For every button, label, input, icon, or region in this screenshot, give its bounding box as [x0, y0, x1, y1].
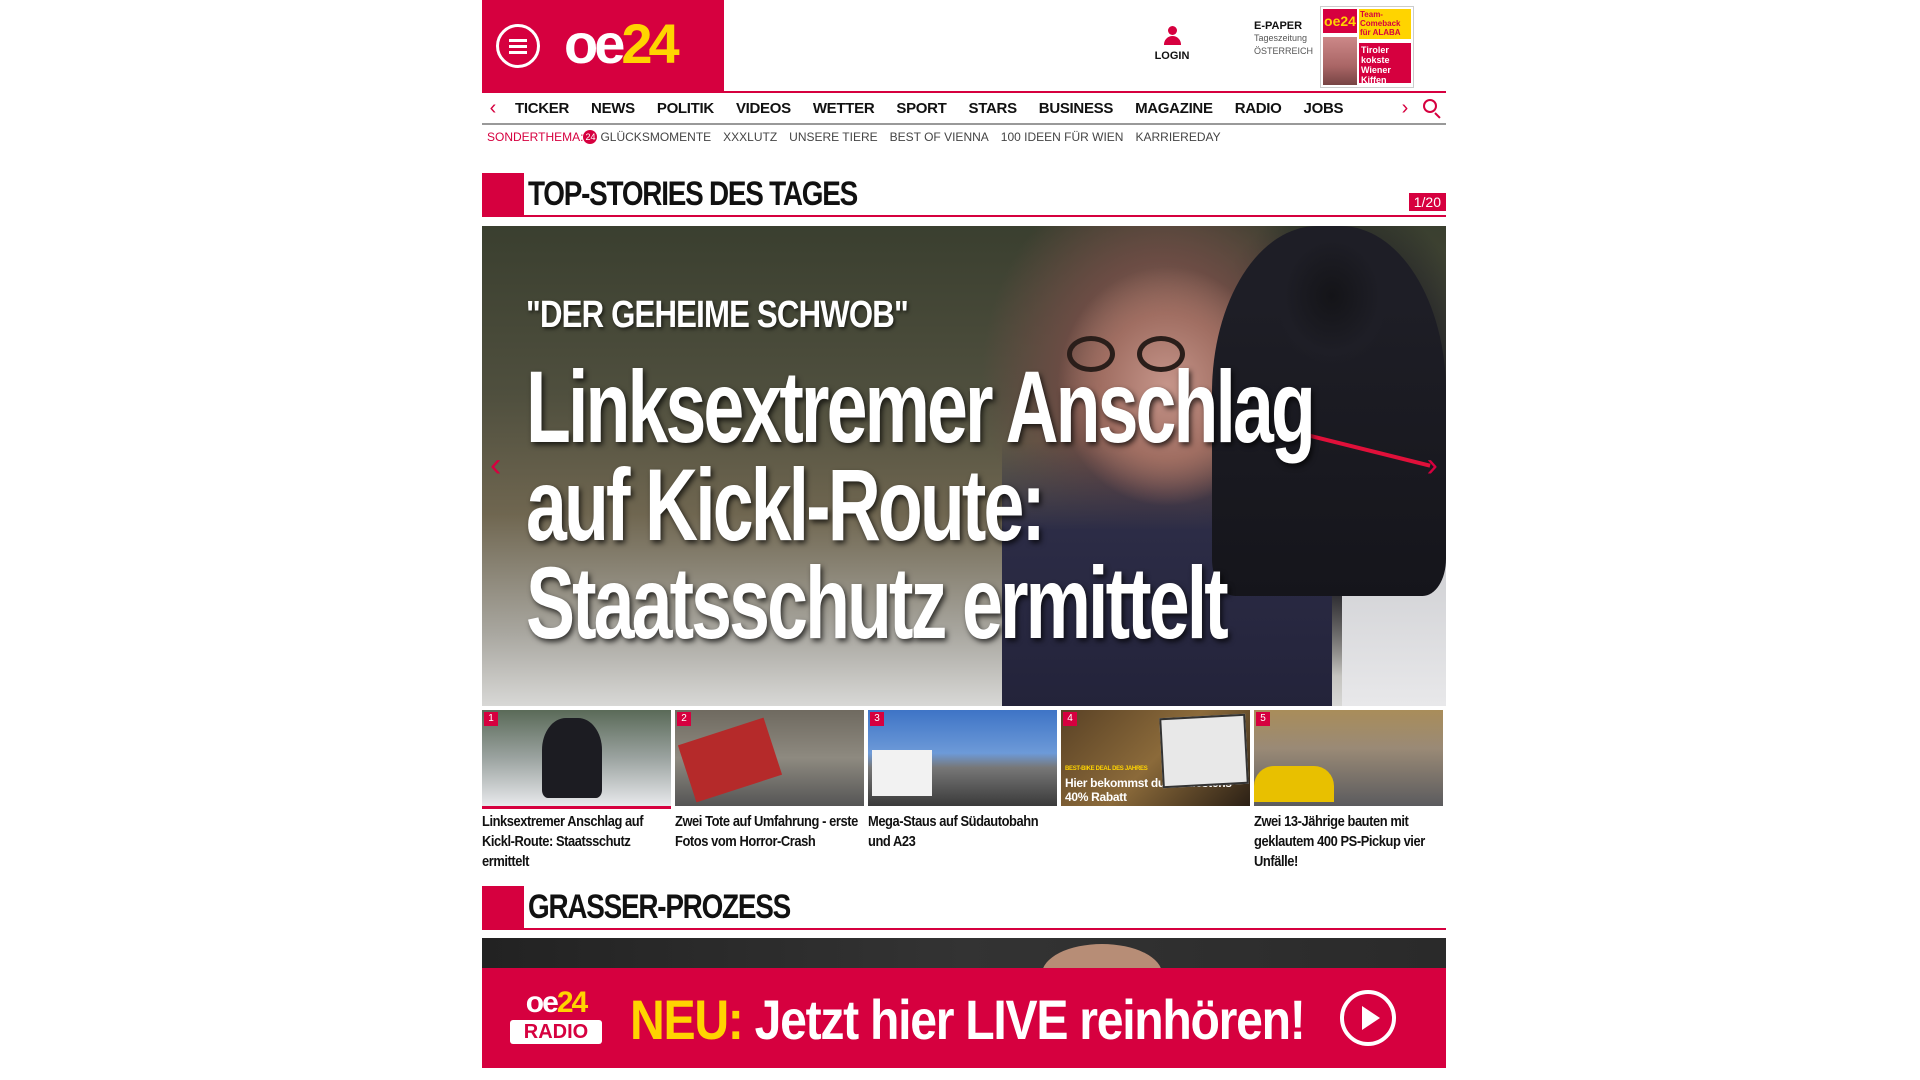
- epaper-subtitle-2: ÖSTERREICH: [1254, 46, 1314, 56]
- radio-message-new: NEU:: [630, 988, 744, 1051]
- radio-logo: oe24 RADIO: [510, 988, 602, 1044]
- story-thumb-image: 3: [868, 710, 1057, 806]
- promo-headline: Hier bekommst du mindestens 40% Rabatt: [1065, 776, 1232, 804]
- logo-box: oe24: [482, 0, 724, 91]
- promo-text: BEST-BIKE DEAL DES JAHRES Hier bekommst d…: [1065, 762, 1250, 804]
- page: oe24 LOGIN E-PAPER Tageszeitung ÖSTERREI…: [0, 0, 1920, 1080]
- story-number: 3: [870, 712, 884, 726]
- story-number: 4: [1063, 712, 1077, 726]
- epaper-cover[interactable]: oe24 Team-Comeback für ALABA Tiroler kok…: [1320, 6, 1414, 88]
- hero-headline: Linksextremer Anschlag auf Kickl-Route: …: [526, 350, 1316, 660]
- epaper-cover-logo: oe24: [1323, 9, 1357, 33]
- epaper-link[interactable]: E-PAPER Tageszeitung ÖSTERREICH: [1254, 20, 1313, 58]
- epaper-cover-photo: [1323, 37, 1357, 85]
- story-thumb-image: 1: [482, 710, 671, 806]
- top-stories-heading: TOP-STORIES DES TAGES 1/20: [482, 173, 1446, 217]
- nav-item-stars[interactable]: STARS: [958, 100, 1028, 117]
- play-icon[interactable]: [1340, 990, 1396, 1046]
- nav-item-business[interactable]: BUSINESS: [1028, 100, 1124, 117]
- story-number: 2: [677, 712, 691, 726]
- story-number: 1: [484, 712, 498, 726]
- grasser-photo: [482, 938, 1446, 1004]
- special-topic-best-of-vienna[interactable]: BEST OF VIENNA: [884, 130, 995, 144]
- nav-item-jobs[interactable]: JOBS: [1293, 100, 1355, 117]
- radio-message-text: Jetzt hier LIVE reinhören!: [742, 988, 1306, 1051]
- story-thumb-image: 5: [1254, 710, 1443, 806]
- story-thumb-image: 4 BEST-BIKE DEAL DES JAHRES Hier bekommst…: [1061, 710, 1250, 806]
- special-topic-gluecksmomente[interactable]: GLÜCKSMOMENTE: [600, 130, 717, 144]
- special-topic-xxxlutz[interactable]: XXXLUTZ: [717, 130, 783, 144]
- grasser-title[interactable]: GRASSER-PROZESS: [528, 888, 791, 927]
- login-button[interactable]: LOGIN: [1154, 26, 1190, 62]
- epaper-cover-headline-1: Team-Comeback für ALABA: [1359, 9, 1411, 39]
- user-icon: [1164, 26, 1181, 48]
- radio-logo-label: RADIO: [510, 1020, 602, 1044]
- story-thumb-image: 2: [675, 710, 864, 806]
- story-thumb[interactable]: 3 Mega-Staus auf Südautobahn und A23: [868, 710, 1057, 872]
- nav-item-radio[interactable]: RADIO: [1224, 100, 1293, 117]
- content-column: oe24 LOGIN E-PAPER Tageszeitung ÖSTERREI…: [482, 0, 1446, 1068]
- nav-scroll-right-icon[interactable]: ›: [1394, 93, 1416, 123]
- story-thumb-title: Linksextremer Anschlag auf Kickl-Route: …: [482, 813, 644, 870]
- nav-item-magazine[interactable]: MAGAZINE: [1124, 100, 1224, 117]
- story-thumb-title: Mega-Staus auf Südautobahn und A23: [868, 813, 1039, 850]
- special-topic-unsere-tiere[interactable]: UNSERE TIERE: [783, 130, 883, 144]
- nav-item-wetter[interactable]: WETTER: [802, 100, 886, 117]
- grasser-heading: GRASSER-PROZESS: [482, 886, 1446, 930]
- slider-next-icon[interactable]: ›: [1427, 448, 1438, 482]
- login-label: LOGIN: [1154, 50, 1190, 62]
- site-logo[interactable]: oe24: [564, 12, 680, 76]
- epaper-title: E-PAPER: [1254, 20, 1303, 32]
- special-topic-karriereday[interactable]: KARRIEREDAY: [1129, 130, 1226, 144]
- site-header: oe24 LOGIN E-PAPER Tageszeitung ÖSTERREI…: [482, 0, 1446, 91]
- epaper-subtitle-1: Tageszeitung: [1254, 33, 1308, 43]
- story-thumb-ad[interactable]: 4 BEST-BIKE DEAL DES JAHRES Hier bekommst…: [1061, 710, 1250, 872]
- special-topics-bar: SONDERTHEMA: 24 GLÜCKSMOMENTE XXXLUTZ UN…: [482, 125, 1446, 149]
- story-thumb[interactable]: 5 Zwei 13-Jährige bauten mit geklautem 4…: [1254, 710, 1443, 872]
- promo-kicker: BEST-BIKE DEAL DES JAHRES: [1065, 766, 1148, 772]
- top-stories-title: TOP-STORIES DES TAGES: [528, 175, 858, 213]
- main-nav: ‹ TICKER NEWS POLITIK VIDEOS WETTER SPOR…: [482, 91, 1446, 125]
- slide-counter: 1/20: [1408, 193, 1446, 211]
- story-number: 5: [1256, 712, 1270, 726]
- nav-scroll-left-icon[interactable]: ‹: [482, 93, 504, 123]
- radio-logo-24: 24: [556, 986, 588, 1019]
- logo-oe: oe: [564, 12, 625, 75]
- nav-item-videos[interactable]: VIDEOS: [725, 100, 802, 117]
- radio-banner[interactable]: oe24 RADIO NEU: Jetzt hier LIVE reinhöre…: [482, 938, 1446, 1068]
- story-thumb-title: Zwei 13-Jährige bauten mit geklautem 400…: [1254, 813, 1425, 870]
- story-thumb[interactable]: 1 Linksextremer Anschlag auf Kickl-Route…: [482, 710, 671, 872]
- logo-24: 24: [621, 12, 679, 75]
- special-topic-100-ideen[interactable]: 100 IDEEN FÜR WIEN: [995, 130, 1130, 144]
- hero-story[interactable]: "DER GEHEIME SCHWOB" Linksextremer Ansch…: [482, 226, 1446, 706]
- special-topics-label: SONDERTHEMA:: [487, 130, 584, 144]
- epaper-cover-headline-2: Tiroler kokste Wiener Kiffen: [1359, 43, 1411, 85]
- nav-item-politik[interactable]: POLITIK: [646, 100, 725, 117]
- nav-item-sport[interactable]: SPORT: [885, 100, 957, 117]
- slider-prev-icon[interactable]: ‹: [490, 448, 501, 482]
- nav-item-ticker[interactable]: TICKER: [504, 100, 580, 117]
- hero-overline: "DER GEHEIME SCHWOB": [526, 294, 909, 336]
- oe24-badge-icon: 24: [583, 130, 598, 144]
- nav-item-news[interactable]: NEWS: [580, 100, 646, 117]
- search-icon[interactable]: [1416, 93, 1446, 123]
- radio-message: NEU: Jetzt hier LIVE reinhören!: [630, 988, 1306, 1051]
- menu-icon[interactable]: [496, 24, 540, 68]
- story-thumb[interactable]: 2 Zwei Tote auf Umfahrung - erste Fotos …: [675, 710, 864, 872]
- radio-logo-oe: oe: [525, 986, 559, 1019]
- story-thumb-title: Zwei Tote auf Umfahrung - erste Fotos vo…: [675, 813, 858, 850]
- story-thumbnails: 1 Linksextremer Anschlag auf Kickl-Route…: [482, 710, 1446, 872]
